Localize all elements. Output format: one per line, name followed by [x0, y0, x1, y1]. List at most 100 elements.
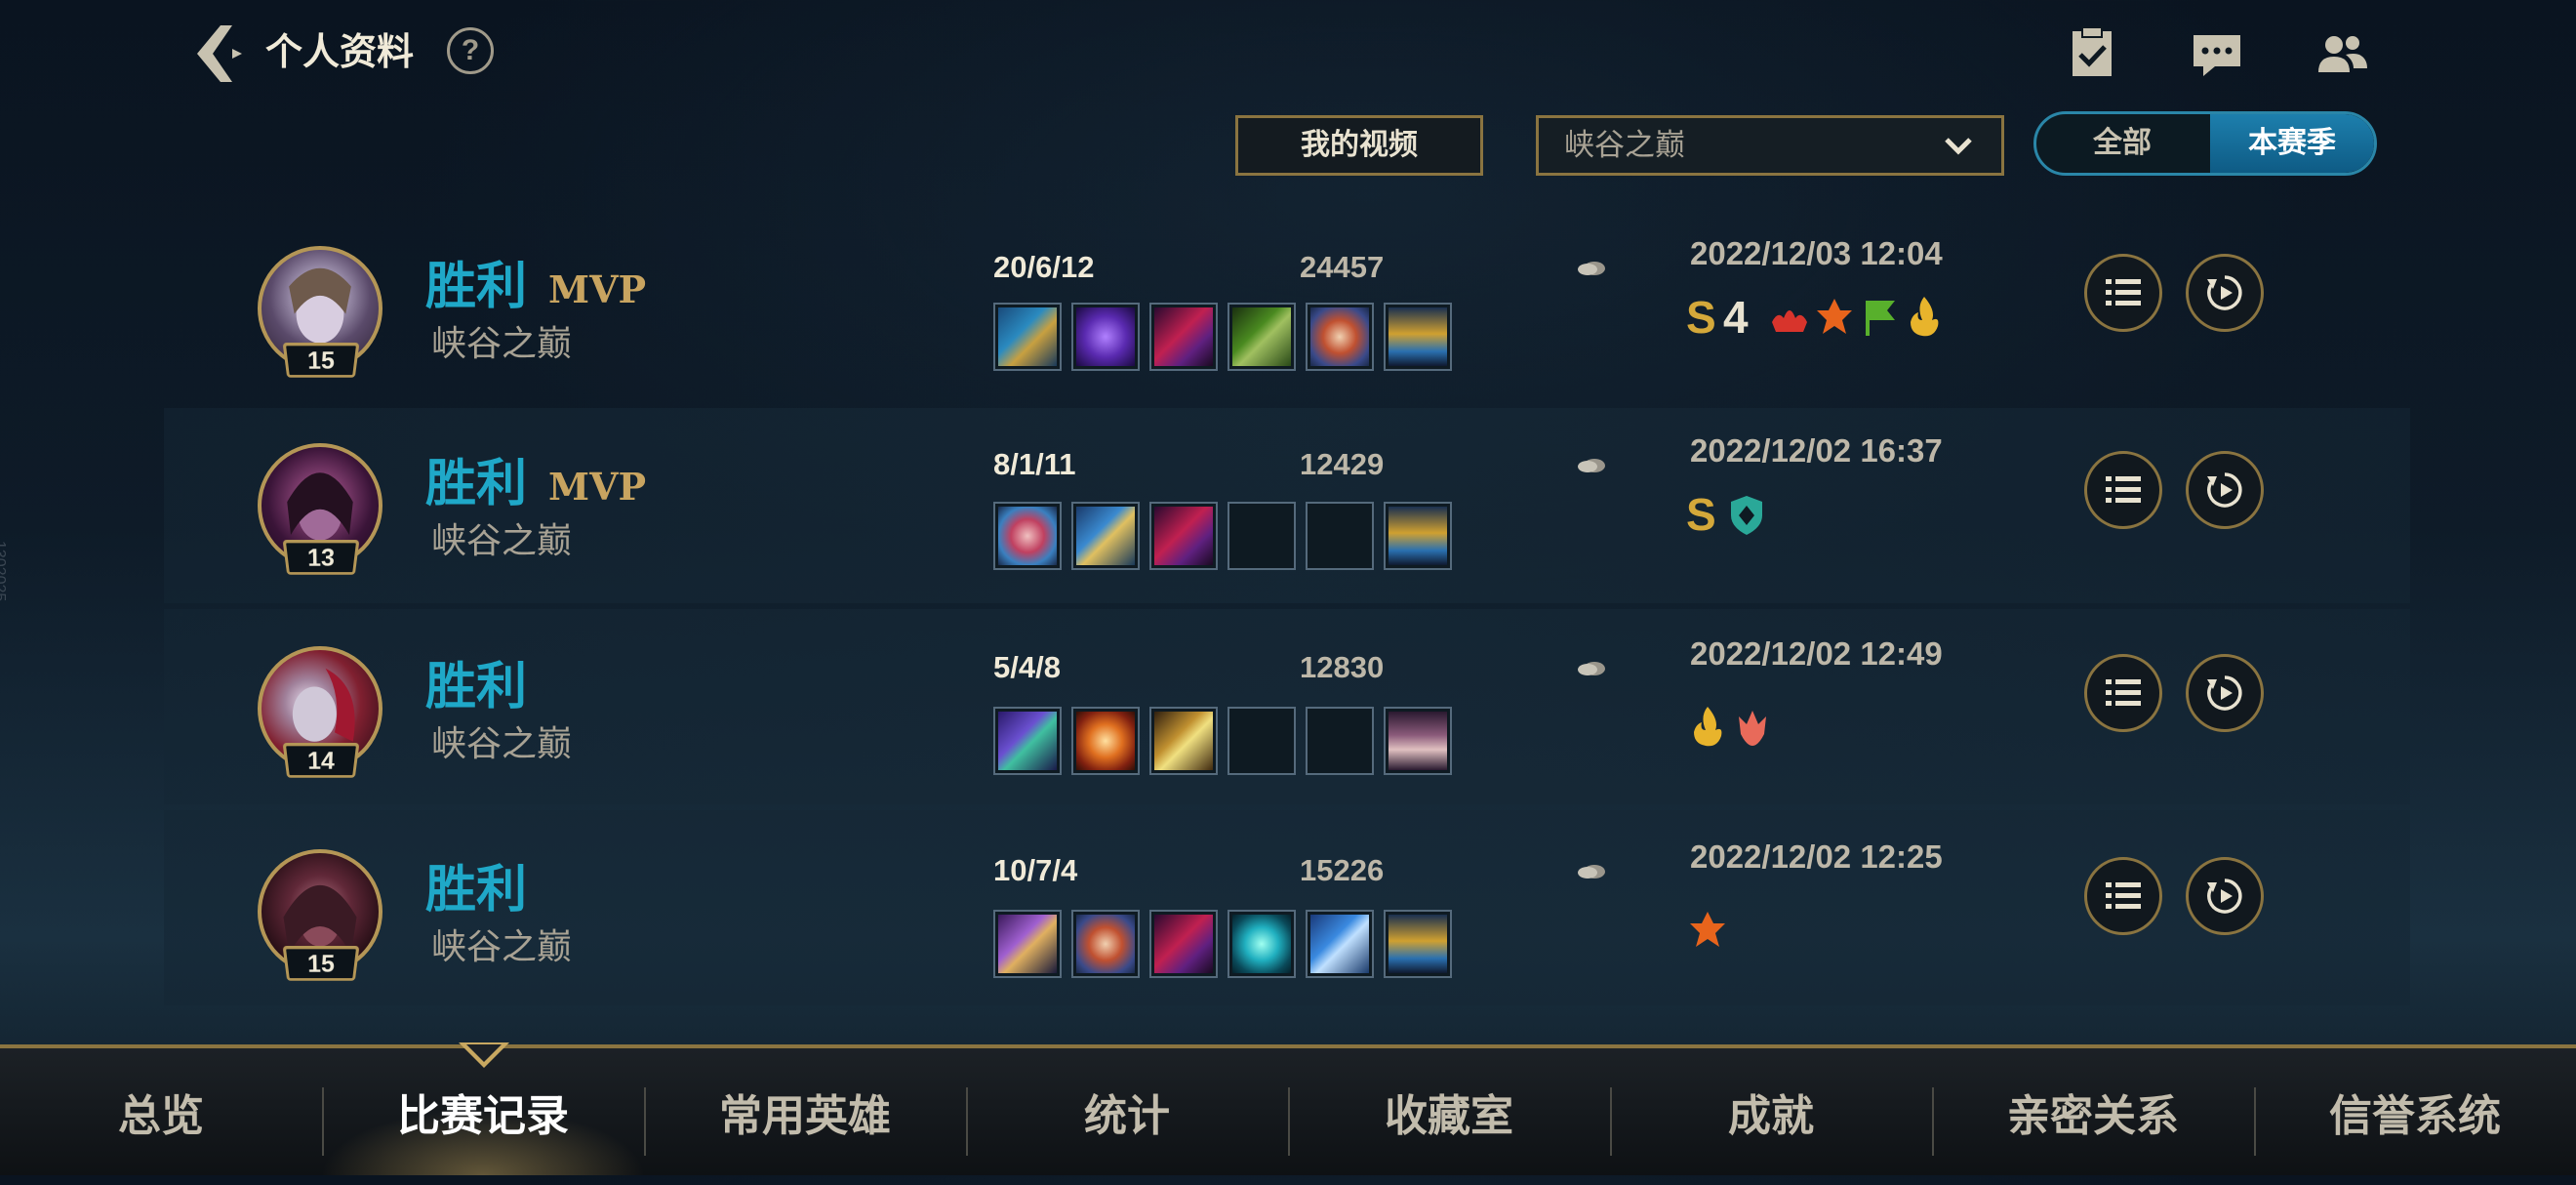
rank-s-badge: S [1686, 292, 1716, 343]
match-details-button[interactable] [2084, 654, 2162, 732]
tab-bar: 总览 比赛记录 常用英雄 统计 收藏室 成就 亲密关系 信誉系统 [0, 1044, 2576, 1175]
replay-button[interactable] [2186, 254, 2264, 332]
item-slot-empty[interactable] [1228, 502, 1296, 570]
kda: 8/1/11 [993, 447, 1076, 481]
match-result: 胜利 [425, 259, 528, 315]
item-slot[interactable] [1149, 910, 1218, 978]
match-datetime: 2022/12/03 12:04 [1690, 235, 1943, 271]
replay-button[interactable] [2186, 857, 2264, 935]
season-toggle[interactable]: 全部 本赛季 [2033, 111, 2377, 176]
trinket-slot[interactable] [1384, 303, 1452, 371]
queue-select-value: 峡谷之巅 [1564, 128, 1685, 162]
item-slot[interactable] [1071, 502, 1140, 570]
replay-button[interactable] [2186, 451, 2264, 529]
item-slot[interactable] [1071, 707, 1140, 775]
queue-name: 峡谷之巅 [431, 520, 573, 560]
item-slot[interactable] [1306, 910, 1374, 978]
gold-coin-icon [1578, 662, 1605, 675]
kda: 5/4/8 [993, 650, 1061, 684]
match-row[interactable]: 15 胜利 MVP 峡谷之巅 20/6/12 24457 2022/12/03 … [164, 207, 2410, 402]
item-slot[interactable] [1149, 303, 1218, 371]
item-slot[interactable] [1149, 707, 1218, 775]
match-result: 胜利 [425, 862, 528, 919]
trinket-slot[interactable] [1384, 910, 1452, 978]
gold-amount: 24457 [1300, 248, 1612, 287]
queue-name: 峡谷之巅 [431, 926, 573, 966]
tab-collection[interactable]: 收藏室 [1288, 1048, 1610, 1175]
tab-achievements[interactable]: 成就 [1610, 1048, 1932, 1175]
queue-name: 峡谷之巅 [431, 323, 573, 363]
streak-badge: 4 [1723, 292, 1749, 343]
first-blood-icon [1817, 299, 1852, 334]
toggle-this-season[interactable]: 本赛季 [2210, 114, 2374, 173]
mvp-badge: MVP [548, 267, 647, 311]
gold-amount: 15226 [1300, 851, 1612, 890]
match-details-button[interactable] [2084, 254, 2162, 332]
gold-value: 15226 [1300, 853, 1385, 887]
shield-icon [1731, 496, 1762, 535]
dragon-icon [1739, 711, 1766, 746]
chat-icon[interactable] [2186, 23, 2248, 86]
queue-name: 峡谷之巅 [431, 723, 573, 763]
tab-top-champions[interactable]: 常用英雄 [644, 1048, 966, 1175]
rank-s-badge: S [1686, 489, 1716, 540]
item-slot[interactable] [1228, 303, 1296, 371]
list-icon [2106, 882, 2141, 909]
match-datetime: 2022/12/02 12:49 [1690, 635, 1943, 672]
kda: 10/7/4 [993, 853, 1078, 887]
item-slot-empty[interactable] [1306, 502, 1374, 570]
task-icon[interactable] [2061, 23, 2123, 86]
item-slot[interactable] [1071, 303, 1140, 371]
item-slot-empty[interactable] [1228, 707, 1296, 775]
item-slot[interactable] [1071, 910, 1140, 978]
match-result: 胜利 [425, 456, 528, 512]
tab-honor-system[interactable]: 信誉系统 [2254, 1048, 2576, 1175]
help-button[interactable]: ? [447, 27, 494, 74]
trinket-slot[interactable] [1384, 707, 1452, 775]
gold-coin-icon [1578, 865, 1605, 879]
match-details-button[interactable] [2084, 451, 2162, 529]
replay-icon [2207, 472, 2242, 508]
replay-icon [2207, 675, 2242, 711]
champion-level: 15 [282, 945, 360, 981]
match-row[interactable]: 13 胜利 MVP 峡谷之巅 8/1/11 12429 2022/12/02 1… [164, 408, 2410, 603]
gold-coin-icon [1578, 459, 1605, 472]
tab-relationships[interactable]: 亲密关系 [1932, 1048, 2254, 1175]
list-icon [2106, 279, 2141, 306]
queue-select[interactable]: 峡谷之巅 [1536, 115, 2004, 176]
item-slot[interactable] [993, 910, 1062, 978]
match-row[interactable]: 14 胜利 峡谷之巅 5/4/8 12830 2022/12/02 12:49 [164, 609, 2410, 804]
tab-overview[interactable]: 总览 [0, 1048, 322, 1175]
gold-amount: 12830 [1300, 648, 1612, 687]
item-slot[interactable] [993, 502, 1062, 570]
flag-icon [1866, 301, 1895, 336]
gold-value: 24457 [1300, 250, 1385, 284]
gold-value: 12429 [1300, 447, 1385, 481]
friends-icon[interactable] [2311, 23, 2373, 86]
trinket-slot[interactable] [1384, 502, 1452, 570]
match-datetime: 2022/12/02 16:37 [1690, 432, 1943, 469]
item-slot-empty[interactable] [1306, 707, 1374, 775]
champion-level: 13 [282, 539, 360, 575]
flame-icon [1911, 297, 1939, 337]
match-details-button[interactable] [2084, 857, 2162, 935]
gold-coin-icon [1578, 262, 1605, 275]
back-icon [197, 25, 242, 82]
gold-amount: 12429 [1300, 445, 1612, 484]
item-slot[interactable] [1149, 502, 1218, 570]
champion-level: 14 [282, 742, 360, 778]
item-slot[interactable] [1306, 303, 1374, 371]
match-row[interactable]: 15 胜利 峡谷之巅 10/7/4 15226 2022/12/02 12:25 [164, 810, 2410, 1005]
page-title: 个人资料 [265, 32, 415, 73]
toggle-all[interactable]: 全部 [2036, 114, 2208, 173]
replay-button[interactable] [2186, 654, 2264, 732]
mvp-badge: MVP [548, 465, 647, 509]
match-datetime: 2022/12/02 12:25 [1690, 838, 1943, 875]
chevron-down-icon [1945, 138, 1972, 155]
item-slot[interactable] [993, 707, 1062, 775]
item-slot[interactable] [1228, 910, 1296, 978]
my-videos-button[interactable]: 我的视频 [1235, 115, 1483, 176]
back-button[interactable] [187, 20, 256, 88]
item-slot[interactable] [993, 303, 1062, 371]
tab-stats[interactable]: 统计 [966, 1048, 1288, 1175]
